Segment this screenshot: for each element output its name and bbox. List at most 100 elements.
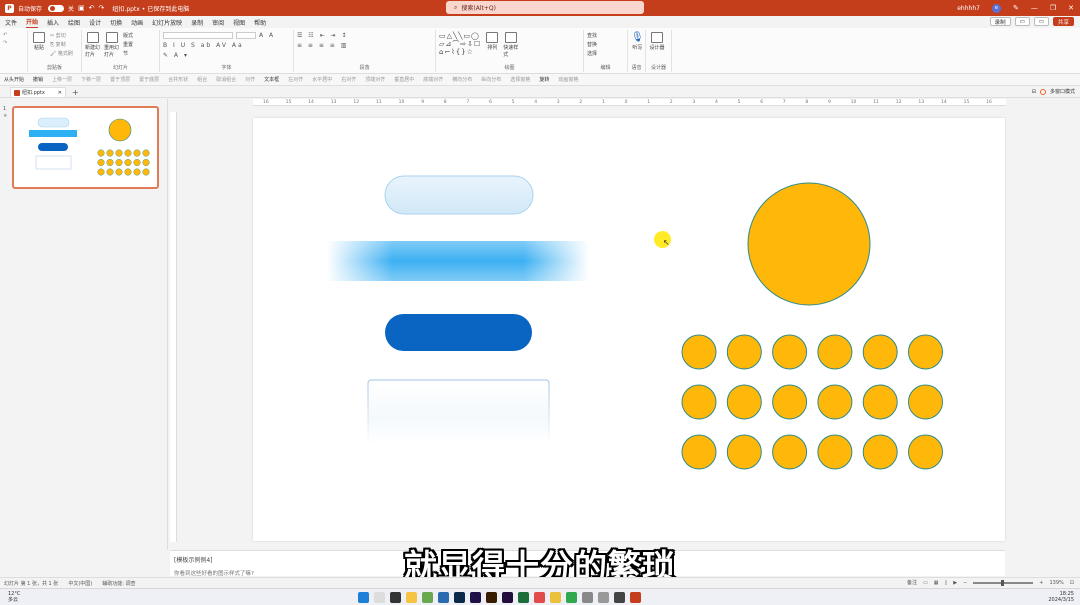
slide-thumbnail[interactable] [12, 106, 159, 189]
menu-home[interactable]: 开始 [26, 16, 39, 28]
premiere-icon[interactable] [502, 592, 513, 603]
app-icon-3[interactable] [518, 592, 529, 603]
qa-align-bottom[interactable]: 底端对齐 [423, 76, 443, 83]
shape-gallery[interactable]: ▭△╲╲▭◯ ▱⊿⌒⇨⇩☐ ⌂⌐⌇{}☆ [439, 32, 481, 56]
undo-icon[interactable]: ↶ [3, 32, 7, 38]
menu-transitions[interactable]: 切换 [110, 17, 122, 28]
qa-rotate[interactable]: 旋转 [539, 76, 549, 83]
orange-dot[interactable] [862, 384, 898, 420]
orange-dot[interactable] [772, 434, 808, 470]
font-size-box[interactable] [236, 32, 256, 39]
qa-distribute-h[interactable]: 横向分布 [452, 76, 472, 83]
menu-file[interactable]: 文件 [5, 17, 17, 28]
app-icon-8[interactable] [614, 592, 625, 603]
qa-bring-forward[interactable]: 上移一层 [52, 76, 72, 83]
close-icon[interactable]: ✕ [1068, 4, 1074, 12]
autosave-toggle[interactable] [48, 4, 65, 12]
new-slide-button[interactable]: 新建幻灯片 [85, 32, 101, 58]
record-dot-icon[interactable] [1039, 88, 1046, 95]
qa-align[interactable]: 对齐 [245, 76, 255, 83]
restore-icon[interactable]: ❐ [1050, 4, 1056, 12]
menu-help[interactable]: 帮助 [254, 17, 266, 28]
qa-merge[interactable]: 合并形状 [168, 76, 188, 83]
menu-slideshow[interactable]: 幻灯片放映 [152, 17, 182, 28]
orange-dot[interactable] [862, 334, 898, 370]
reuse-slide-button[interactable]: 重用幻灯片 [104, 32, 120, 58]
orange-dot[interactable] [681, 384, 717, 420]
font-format-icons[interactable]: B I U S ab AV Aa [163, 42, 244, 49]
menu-insert[interactable]: 插入 [47, 17, 59, 28]
task-view-icon[interactable] [390, 592, 401, 603]
windows-start-icon[interactable] [358, 592, 369, 603]
app-icon-4[interactable] [534, 592, 545, 603]
dictate-button[interactable]: 🎙 听写 [631, 32, 644, 51]
orange-dot[interactable] [726, 334, 762, 370]
zoom-out-icon[interactable]: − [963, 580, 967, 586]
redo-icon[interactable]: ↷ [99, 4, 105, 12]
pen-icon[interactable]: ✎ [1013, 4, 1019, 12]
qa-center[interactable]: 水平居中 [312, 76, 332, 83]
comment-button[interactable]: ▭ [1014, 17, 1030, 26]
font-name-box[interactable] [163, 32, 233, 39]
collapse-icon[interactable]: ⊟ [1032, 89, 1036, 95]
qa-animation-pane[interactable]: 动画窗格 [558, 76, 578, 83]
orange-dot[interactable] [772, 334, 808, 370]
format-painter-icon[interactable]: 🖌 格式刷 [50, 50, 73, 57]
app-icon-1[interactable] [422, 592, 433, 603]
menu-view[interactable]: 视图 [233, 17, 245, 28]
zoom-slider[interactable] [973, 579, 1034, 586]
qa-send-backward[interactable]: 下移一层 [81, 76, 101, 83]
accessibility-status[interactable]: 辅助功能: 调查 [102, 580, 135, 587]
search-box[interactable]: ⌕ 搜索(Alt+Q) [446, 1, 644, 14]
grow-shrink-icon[interactable]: A A [259, 32, 275, 39]
photoshop-icon[interactable] [454, 592, 465, 603]
language-indicator[interactable]: 中文(中国) [68, 580, 92, 587]
menu-animations[interactable]: 动画 [131, 17, 143, 28]
qa-textbox[interactable]: 文本框 [264, 76, 279, 83]
add-tab-icon[interactable]: + [72, 88, 79, 97]
normal-view-icon[interactable]: ▭ [923, 580, 928, 586]
share-button[interactable]: 共享 [1052, 17, 1074, 26]
record-button[interactable]: 录制 [989, 17, 1011, 26]
align-icons[interactable]: ≡ ≡ ≡ ≡ ▥ [297, 42, 348, 49]
avatar[interactable]: e [991, 3, 1001, 13]
select-button[interactable]: 选择 [587, 50, 597, 57]
layout-button[interactable]: 版式 [123, 32, 133, 39]
file-tab[interactable]: 纽扣.pptx ✕ [10, 87, 66, 97]
orange-dot[interactable] [817, 434, 853, 470]
user-name[interactable]: ehhhh7 [957, 5, 980, 12]
copy-icon[interactable]: ⎘ 复制 [50, 41, 73, 48]
redo-icon[interactable]: ↷ [3, 40, 7, 46]
chrome-icon[interactable] [550, 592, 561, 603]
slide-canvas[interactable] [253, 118, 1005, 541]
qa-bring-front[interactable]: 置于顶层 [110, 76, 130, 83]
powerpoint-icon[interactable] [630, 592, 641, 603]
orange-dot[interactable] [817, 334, 853, 370]
close-tab-icon[interactable]: ✕ [58, 90, 62, 96]
undo-icon[interactable]: ↶ [89, 4, 95, 12]
present-button[interactable]: ▭ [1033, 17, 1049, 26]
explorer-icon[interactable] [406, 592, 417, 603]
reading-view-icon[interactable]: ▯ [944, 580, 947, 586]
qa-middle[interactable]: 垂直居中 [394, 76, 414, 83]
qa-group[interactable]: 组合 [197, 76, 207, 83]
menu-draw[interactable]: 绘图 [68, 17, 80, 28]
qa-send-back[interactable]: 置于底层 [139, 76, 159, 83]
orange-dot[interactable] [908, 434, 943, 470]
orange-dot[interactable] [908, 334, 943, 370]
orange-dot[interactable] [726, 384, 762, 420]
minimize-icon[interactable]: — [1031, 4, 1038, 12]
qa-undo[interactable]: 撤销 [33, 76, 43, 83]
orange-dot[interactable] [681, 434, 717, 470]
orange-dot[interactable] [681, 334, 717, 370]
find-button[interactable]: 查找 [587, 32, 597, 39]
orange-dot[interactable] [862, 434, 898, 470]
save-icon[interactable]: ▣ [78, 4, 85, 12]
orange-dot[interactable] [817, 384, 853, 420]
qa-align-top[interactable]: 顶端对齐 [365, 76, 385, 83]
orange-dot[interactable] [726, 434, 762, 470]
zoom-level[interactable]: 139% [1050, 580, 1064, 586]
notes-toggle[interactable]: 备注 [907, 579, 917, 586]
orange-dot[interactable] [772, 384, 808, 420]
menu-review[interactable]: 审阅 [212, 17, 224, 28]
